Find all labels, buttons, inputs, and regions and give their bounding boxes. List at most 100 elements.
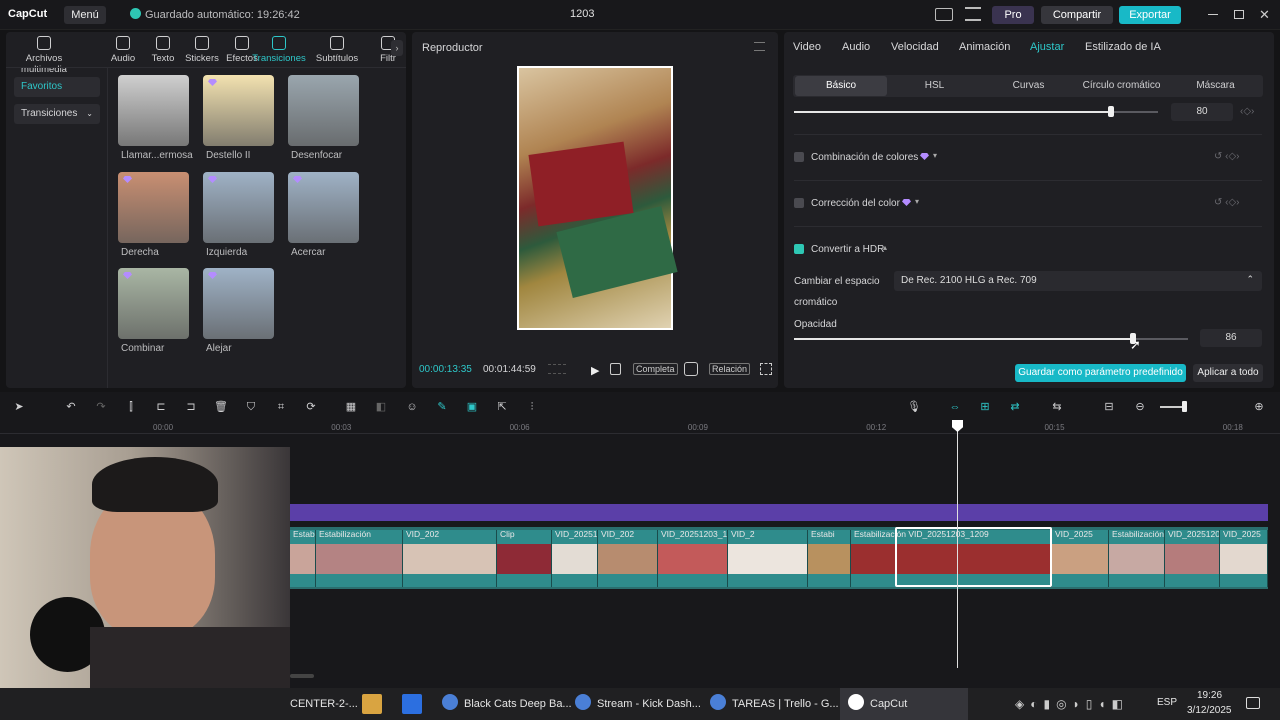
preview-axis-icon[interactable]: ⇆ xyxy=(1050,401,1064,413)
transition-thumbnail[interactable] xyxy=(203,75,274,146)
trim-left-icon[interactable]: ⊏ xyxy=(154,401,168,413)
taskbar-item-2[interactable]: Stream - Kick Dash... xyxy=(575,688,701,720)
ratio-button[interactable]: Relación xyxy=(709,363,751,375)
subtab-0[interactable]: Básico xyxy=(795,76,887,96)
transition-thumbnail[interactable] xyxy=(203,268,274,339)
purple-track[interactable] xyxy=(290,504,1268,521)
list-icon[interactable] xyxy=(965,7,981,21)
subtab-3[interactable]: Círculo cromático xyxy=(1075,76,1168,96)
zoom-fit-icon[interactable]: ⊟ xyxy=(1102,401,1116,413)
transition-thumbnail[interactable] xyxy=(118,172,189,243)
timeline-ruler[interactable] xyxy=(0,420,1280,434)
tiktok-icon[interactable] xyxy=(610,363,621,375)
sidebar-item-transitions[interactable]: Transiciones ⌄ xyxy=(14,104,100,124)
horizontal-scrollbar[interactable] xyxy=(290,674,314,678)
sidebar-item-favorites[interactable]: Favoritos xyxy=(14,77,100,97)
inspector-tab-5[interactable]: Estilizado de IA xyxy=(1085,41,1161,53)
tab-subtítulos[interactable]: Subtítulos xyxy=(309,36,365,64)
export-frame-icon[interactable]: ⇱ xyxy=(495,401,509,413)
clock-date[interactable]: 3/12/2025 xyxy=(1187,705,1232,716)
subtab-4[interactable]: Máscara xyxy=(1169,76,1262,96)
color-correction-checkbox[interactable] xyxy=(794,198,804,208)
select-cursor-icon[interactable]: ➤ xyxy=(12,401,26,413)
speed-icon[interactable]: ⟳ xyxy=(304,401,318,413)
shield-icon[interactable]: ⛉ xyxy=(244,401,258,413)
zoom-in-icon[interactable]: ⊕ xyxy=(1252,401,1266,413)
taskbar-item-0[interactable]: CENTER-2-... xyxy=(290,688,358,720)
inspector-tab-3[interactable]: Animación xyxy=(959,41,1010,53)
illustrator-icon[interactable] xyxy=(362,694,382,714)
mask-icon[interactable]: ◧ xyxy=(374,401,388,413)
player-menu-icon[interactable] xyxy=(754,42,765,51)
hd-icon[interactable]: ▣ xyxy=(465,401,479,413)
notification-icon[interactable] xyxy=(1246,697,1260,709)
trim-right-icon[interactable]: ⊐ xyxy=(184,401,198,413)
inspector-tab-0[interactable]: Video xyxy=(793,41,821,53)
zoom-slider-knob[interactable] xyxy=(1182,401,1187,412)
taskbar-item-4[interactable]: CapCut xyxy=(840,688,968,720)
chevron-up-icon[interactable]: ▴ xyxy=(883,243,887,252)
transition-thumbnail[interactable] xyxy=(288,75,359,146)
clock-time[interactable]: 19:26 xyxy=(1197,690,1222,701)
subtab-2[interactable]: Curvas xyxy=(982,76,1075,96)
reset-icon[interactable]: ↺ ‹◇› xyxy=(1214,197,1240,208)
minimize-icon[interactable] xyxy=(1208,14,1218,15)
snap-icon[interactable]: ⇄ xyxy=(1008,401,1022,413)
keyframe-icon[interactable]: ‹◇› xyxy=(1240,106,1254,117)
apply-all-button[interactable]: Aplicar a todo xyxy=(1193,364,1263,382)
link-icon[interactable]: ⇔ xyxy=(948,401,962,413)
share-button[interactable]: Compartir xyxy=(1041,6,1113,24)
layout-icon[interactable] xyxy=(935,8,953,21)
close-icon[interactable]: ✕ xyxy=(1259,7,1270,23)
video-preview[interactable] xyxy=(517,66,678,330)
split-icon[interactable]: ⫿ xyxy=(124,401,138,413)
taskbar-item-3[interactable]: TAREAS | Trello - G... xyxy=(710,688,839,720)
delete-icon[interactable]: 🗑 xyxy=(214,401,228,413)
photoshop-icon[interactable] xyxy=(402,694,422,714)
playhead[interactable] xyxy=(957,420,958,668)
person-icon[interactable]: ☺ xyxy=(405,401,419,413)
zoom-out-icon[interactable]: ⊖ xyxy=(1133,401,1147,413)
language-indicator[interactable]: ESP xyxy=(1157,697,1177,708)
reset-icon[interactable]: ↺ ‹◇› xyxy=(1214,151,1240,162)
export-button[interactable]: Exportar xyxy=(1119,6,1181,24)
inspector-tab-1[interactable]: Audio xyxy=(842,41,870,53)
hdr-checkbox[interactable] xyxy=(794,244,804,254)
full-quality-button[interactable]: Completa xyxy=(633,363,678,375)
opacity-value-field[interactable]: 86 xyxy=(1200,329,1262,347)
magnet-icon[interactable]: ⊞ xyxy=(978,401,992,413)
tray-icons[interactable]: ◈◐▮◎◗▯◖◧ xyxy=(1015,697,1129,711)
chevron-down-icon[interactable]: ▾ xyxy=(933,151,937,160)
timeline-grid-icon[interactable] xyxy=(548,364,566,374)
pro-button[interactable]: Pro xyxy=(992,6,1034,24)
play-icon[interactable]: ▶ xyxy=(591,364,599,377)
color-match-checkbox[interactable] xyxy=(794,152,804,162)
colorspace-select[interactable]: De Rec. 2100 HLG a Rec. 709 ⌃ xyxy=(894,271,1262,291)
menu-button[interactable]: Menú xyxy=(64,6,106,24)
fullscreen-icon[interactable] xyxy=(760,363,772,375)
maximize-icon[interactable] xyxy=(1234,10,1244,19)
inspector-tab-4[interactable]: Ajustar xyxy=(1030,41,1064,53)
audio-wave-icon[interactable]: ⫶ xyxy=(525,401,539,413)
undo-icon[interactable]: ↶ xyxy=(64,401,78,413)
crop-icon[interactable]: ⌗ xyxy=(274,401,288,413)
inspector-tab-2[interactable]: Velocidad xyxy=(891,41,939,53)
top-slider-knob[interactable] xyxy=(1107,106,1114,117)
transition-thumbnail[interactable] xyxy=(118,268,189,339)
top-value-field[interactable]: 80 xyxy=(1171,103,1233,121)
magic-wand-icon[interactable]: ✎ xyxy=(435,401,449,413)
save-preset-button[interactable]: Guardar como parámetro predefinido xyxy=(1015,364,1186,382)
microphone-icon[interactable]: 🎙 xyxy=(907,401,921,413)
taskbar-item-1[interactable]: Black Cats Deep Ba... xyxy=(442,688,572,720)
selected-clip[interactable] xyxy=(895,527,1052,587)
tab-archivos-multimedia[interactable]: Archivos multimedia xyxy=(4,36,84,75)
chevron-down-icon[interactable]: ▾ xyxy=(915,197,919,206)
transition-thumbnail[interactable] xyxy=(288,172,359,243)
freeze-icon[interactable]: ▦ xyxy=(344,401,358,413)
transition-thumbnail[interactable] xyxy=(203,172,274,243)
subtab-1[interactable]: HSL xyxy=(888,76,981,96)
redo-icon[interactable]: ↷ xyxy=(94,401,108,413)
screenshot-icon[interactable] xyxy=(684,362,698,376)
tab-filtr[interactable]: Filtr xyxy=(360,36,416,64)
toolbar-scroll-right-icon[interactable]: › xyxy=(391,40,403,56)
